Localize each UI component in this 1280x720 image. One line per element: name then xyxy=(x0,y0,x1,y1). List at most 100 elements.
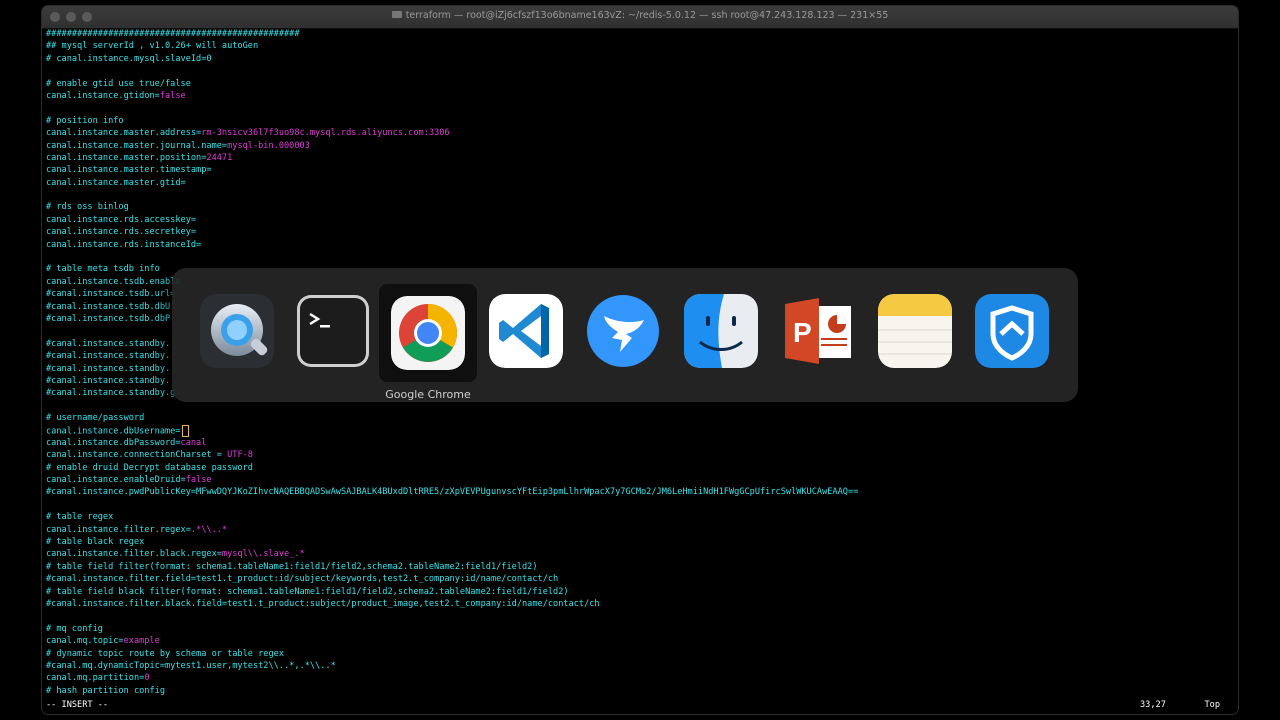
config-key: # table black regex xyxy=(46,537,145,548)
config-key: canal.instance.rds.instanceId= xyxy=(46,239,202,250)
config-key: canal.instance.rds.secretkey= xyxy=(46,227,197,238)
config-key: ## mysql serverId , v1.0.26+ will autoGe… xyxy=(46,41,259,52)
text-cursor xyxy=(181,424,189,437)
config-key: canal.mq.topic= xyxy=(46,636,124,647)
terminal-line: canal.instance.enableDruid=false xyxy=(46,474,1234,486)
terminal-line: canal.instance.dbPassword=canal xyxy=(46,437,1234,449)
window-titlebar[interactable]: terraform — root@iZj6cfszf13o6bname163vZ… xyxy=(42,6,1238,29)
terminal-line: canal.instance.rds.instanceId= xyxy=(46,239,1234,251)
config-value: rm-3nsicv36l7f3uo98c.mysql.rds.aliyuncs.… xyxy=(201,128,450,139)
config-key: #canal.instance.standby. xyxy=(46,363,171,374)
terminal-line: # enable gtid use true/false xyxy=(46,78,1234,90)
config-value: mysql-bin.000003 xyxy=(227,140,310,151)
powerpoint-icon: P xyxy=(781,294,855,368)
config-key: canal.instance.dbPassword= xyxy=(46,437,181,448)
terminal-line: canal.instance.filter.regex=.*\\..* xyxy=(46,524,1234,536)
terminal-line: #canal.mq.dynamicTopic=mytest1.user,myte… xyxy=(46,660,1234,672)
terminal-line: canal.instance.dbUsername= xyxy=(46,424,1234,437)
terminal-line: # table black regex xyxy=(46,536,1234,548)
config-value: 24471 xyxy=(206,152,233,163)
app-chrome[interactable] xyxy=(379,284,477,382)
svg-text:P: P xyxy=(793,317,812,348)
terminal-line: # mq config xyxy=(46,623,1234,635)
app-finder[interactable] xyxy=(678,288,764,374)
scroll-position: Top xyxy=(1204,700,1220,710)
config-key: #canal.instance.tsdb.url= xyxy=(46,289,176,300)
terminal-icon xyxy=(296,294,370,368)
config-key: #canal.instance.standby.g xyxy=(46,388,176,399)
config-key: canal.mq.partition= xyxy=(46,673,145,684)
config-key: #canal.instance.tsdb.dbP xyxy=(46,313,171,324)
terminal-line: canal.instance.master.timestamp= xyxy=(46,164,1234,176)
config-key: canal.instance.tsdb.enable xyxy=(46,276,181,287)
terminal-line: canal.instance.master.gtid= xyxy=(46,177,1234,189)
config-key: #canal.instance.standby. xyxy=(46,375,171,386)
config-key: # table regex xyxy=(46,512,114,523)
app-terminal[interactable] xyxy=(290,288,376,374)
dingtalk-icon xyxy=(586,294,660,368)
window-title: terraform — root@iZj6cfszf13o6bname163vZ… xyxy=(42,10,1238,21)
config-key: # hash partition config xyxy=(46,685,165,696)
config-value: 0 xyxy=(144,673,150,684)
vim-status-line: -- INSERT -- 33,27 Top xyxy=(46,700,1220,712)
config-key: canal.instance.master.gtid= xyxy=(46,177,186,188)
terminal-line: # table regex xyxy=(46,511,1234,523)
config-key: #canal.instance.standby. xyxy=(46,351,171,362)
config-value: false xyxy=(185,475,212,486)
config-value: false xyxy=(159,90,186,101)
app-vscode[interactable] xyxy=(483,288,569,374)
config-key: #canal.instance.filter.field=test1.t_pro… xyxy=(46,574,559,585)
terminal-line: # position info xyxy=(46,115,1234,127)
quicktime-icon xyxy=(200,294,274,368)
config-key: # enable druid Decrypt database password xyxy=(46,462,253,473)
config-value: .*\\..* xyxy=(190,524,228,535)
folder-icon xyxy=(391,11,402,18)
selected-app-label: Google Chrome xyxy=(385,388,471,401)
terminal-line: canal.instance.rds.accesskey= xyxy=(46,214,1234,226)
terminal-line: canal.instance.master.journal.name=mysql… xyxy=(46,140,1234,152)
app-powerpoint[interactable]: P xyxy=(775,288,861,374)
config-key: # username/password xyxy=(46,413,145,424)
config-key: canal.instance.dbUsername= xyxy=(46,426,181,436)
terminal-line: canal.instance.filter.black.regex=mysql\… xyxy=(46,548,1234,560)
config-key: # table field filter(format: schema1.tab… xyxy=(46,561,538,572)
terminal-line: # username/password xyxy=(46,412,1234,424)
config-key: canal.instance.gtidon= xyxy=(46,90,160,101)
terminal-line: canal.mq.topic=example xyxy=(46,635,1234,647)
vscode-icon xyxy=(489,294,563,368)
app-notes[interactable] xyxy=(872,288,958,374)
terminal-line: canal.instance.master.address=rm-3nsicv3… xyxy=(46,127,1234,139)
chrome-icon xyxy=(391,296,465,370)
config-key: canal.instance.filter.regex= xyxy=(46,524,191,535)
config-key: # canal.instance.mysql.slaveId=0 xyxy=(46,53,212,64)
terminal-line: #canal.instance.filter.black.field=test1… xyxy=(46,598,1234,610)
config-key: #canal.mq.dynamicTopic=mytest1.user,myte… xyxy=(46,660,336,671)
window-title-text: terraform — root@iZj6cfszf13o6bname163vZ… xyxy=(405,10,889,21)
config-key: #canal.instance.pwdPublicKey=MFwwDQYJKoZ… xyxy=(46,487,859,498)
terminal-line: canal.instance.rds.secretkey= xyxy=(46,226,1234,238)
config-key: #canal.instance.tsdb.dbU xyxy=(46,301,171,312)
vim-mode: -- INSERT -- xyxy=(46,700,109,710)
config-value: example xyxy=(123,636,160,647)
app-shield[interactable] xyxy=(969,288,1055,374)
config-key: # dynamic topic route by schema or table… xyxy=(46,648,284,659)
app-switcher: P Google Chrome xyxy=(172,268,1078,402)
config-key: # mq config xyxy=(46,623,103,634)
finder-icon xyxy=(684,294,758,368)
config-key: #canal.instance.standby. xyxy=(46,338,171,349)
notes-icon xyxy=(878,294,952,368)
terminal-line: canal.instance.gtidon=false xyxy=(46,90,1234,102)
terminal-line: ## mysql serverId , v1.0.26+ will autoGe… xyxy=(46,40,1234,52)
terminal-line: #canal.instance.filter.field=test1.t_pro… xyxy=(46,573,1234,585)
config-value: mysql\\.slave_.* xyxy=(221,549,305,560)
config-key: canal.instance.master.address= xyxy=(46,128,202,139)
terminal-line: # table field filter(format: schema1.tab… xyxy=(46,561,1234,573)
app-quicktime[interactable] xyxy=(194,288,280,374)
app-dingtalk[interactable] xyxy=(580,288,666,374)
shield-icon xyxy=(975,294,1049,368)
